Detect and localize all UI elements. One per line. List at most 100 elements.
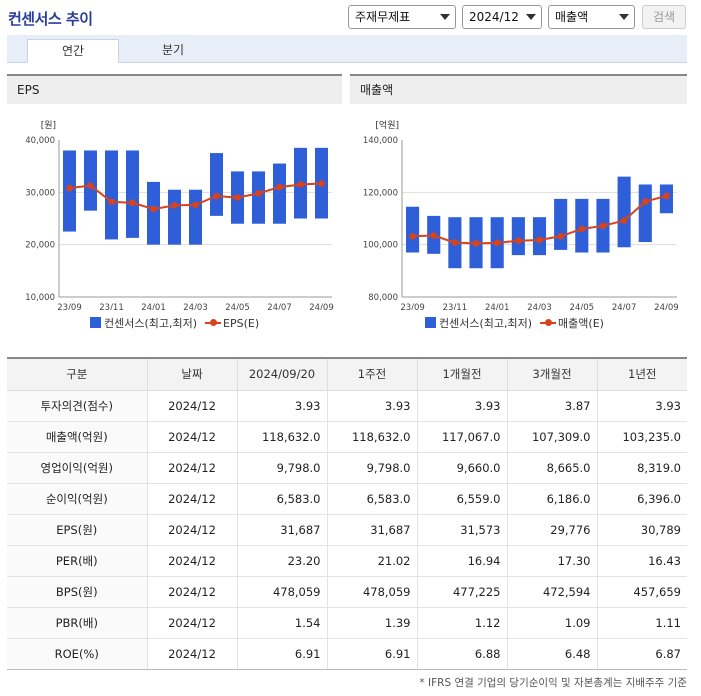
estimate-point (192, 201, 199, 209)
table-cell: 8,319.0 (596, 452, 687, 484)
row-date: 2024/12 (146, 576, 237, 608)
x-tick-label: 23/09 (57, 303, 82, 310)
estimate-point (150, 205, 157, 213)
consensus-range-bar (209, 153, 224, 216)
table-cell: 6,559.0 (416, 483, 507, 515)
chevron-down-icon (526, 14, 536, 20)
tab-quarterly[interactable]: 분기 (127, 39, 219, 63)
estimate-point (515, 237, 522, 245)
table-cell: 9,798.0 (326, 452, 417, 484)
sales-chart: [억원] 140,000 120,000 100,000 80,00023/09 23/1… (363, 119, 679, 310)
estimate-point (108, 198, 115, 206)
legend-line-swatch (205, 317, 222, 328)
x-tick-label: 24/05 (570, 303, 595, 310)
consensus-range-bar (188, 189, 203, 245)
col-header: 1주전 (326, 357, 417, 391)
estimate-point (87, 182, 94, 189)
row-date: 2024/12 (146, 421, 237, 453)
estimate-point (557, 232, 564, 240)
consensus-range-bar (83, 150, 98, 211)
estimate-point (451, 239, 459, 246)
table-row: 매출액(억원) 2024/12 118,632.0 118,632.0 117,067.… (7, 421, 687, 453)
sales-panel-title: 매출액 (350, 74, 687, 104)
search-button[interactable]: 검색 (642, 5, 686, 29)
consensus-range-bar (125, 150, 140, 238)
table-cell: 6,396.0 (596, 483, 687, 515)
table-cell: 478,059 (236, 576, 327, 608)
row-date: 2024/12 (146, 390, 237, 422)
legend-bar-swatch (425, 317, 436, 328)
estimate-point (493, 239, 501, 247)
table-cell: 6.48 (506, 638, 597, 670)
period-select[interactable]: 2024/12 (462, 5, 542, 29)
table-cell: 23.20 (236, 545, 327, 577)
table-cell: 1.09 (506, 607, 597, 639)
table-cell: 31,687 (326, 514, 417, 546)
col-header: 2024/09/20 (236, 357, 327, 391)
tab-annual[interactable]: 연간 (27, 39, 119, 63)
table-cell: 107,309.0 (506, 421, 597, 453)
table-row: PER(배) 2024/12 23.20 21.02 16.94 17.30 16.43 (7, 545, 687, 577)
estimate-point (663, 192, 670, 200)
estimate-point (171, 202, 178, 209)
row-label: BPS(원) (7, 576, 147, 608)
table-cell: 6.91 (236, 638, 327, 670)
estimate-point (430, 232, 438, 239)
estimate-point (297, 181, 304, 188)
x-tick-label: 24/07 (612, 303, 637, 310)
consensus-range-bar (146, 181, 161, 245)
legend-bar-swatch (90, 317, 101, 328)
y-tick-label: 100,000 (363, 241, 398, 251)
table-cell: 9,798.0 (236, 452, 327, 484)
x-tick-label: 24/05 (225, 303, 250, 310)
y-unit-label: [원] (41, 120, 56, 131)
table-cell: 1.39 (326, 607, 417, 639)
table-cell: 3.93 (596, 390, 687, 422)
x-tick-label: 24/03 (527, 303, 552, 310)
metric-select[interactable]: 매출액 (548, 5, 635, 29)
table-cell: 9,660.0 (416, 452, 507, 484)
table-cell: 3.93 (326, 390, 417, 422)
period-tab-bar: 연간 분기 (7, 35, 687, 63)
page-title: 컨센서스 추이 (8, 10, 93, 28)
y-tick-label: 10,000 (25, 293, 55, 303)
consensus-range-bar (554, 198, 568, 250)
table-cell: 457,659 (596, 576, 687, 608)
estimate-point (276, 183, 283, 191)
consensus-range-bar (617, 176, 631, 248)
table-cell: 6.87 (596, 638, 687, 670)
legend-line-label: EPS(E) (223, 317, 260, 330)
row-label: 순이익(억원) (7, 483, 147, 515)
table-cell: 29,776 (506, 514, 597, 546)
table-cell: 118,632.0 (236, 421, 327, 453)
eps-chart-legend: 컨센서스(최고,최저) EPS(E) (90, 315, 259, 331)
footnote: * IFRS 연결 기업의 당기순이익 및 자본총계는 지배주주 기준 (419, 677, 687, 689)
col-header: 1년전 (596, 357, 687, 391)
table-cell: 31,573 (416, 514, 507, 546)
x-tick-label: 24/07 (267, 303, 292, 310)
row-label: PBR(배) (7, 607, 147, 639)
y-tick-label: 80,000 (368, 293, 398, 303)
estimate-point (213, 192, 220, 200)
table-cell: 1.12 (416, 607, 507, 639)
x-tick-label: 24/01 (141, 303, 166, 310)
table-cell: 6.88 (416, 638, 507, 670)
x-tick-label: 24/09 (309, 303, 334, 310)
estimate-point (129, 199, 136, 207)
consensus-range-bar (104, 150, 119, 240)
table-row: 영업이익(억원) 2024/12 9,798.0 9,798.0 9,660.0 8,66… (7, 452, 687, 484)
estimate-point (641, 198, 649, 205)
legend-range-label: 컨센서스(최고,최저) (104, 317, 198, 330)
row-date: 2024/12 (146, 514, 237, 546)
report-type-select[interactable]: 주재무제표 (348, 5, 456, 29)
y-tick-label: 20,000 (25, 241, 55, 251)
chevron-down-icon (440, 14, 450, 20)
chevron-down-icon (619, 14, 629, 20)
col-header: 날짜 (146, 357, 237, 391)
row-date: 2024/12 (146, 483, 237, 515)
table-cell: 3.93 (416, 390, 507, 422)
table-cell: 472,594 (506, 576, 597, 608)
sales-chart-legend: 컨센서스(최고,최저) 매출액(E) (425, 315, 604, 331)
y-unit-label: [억원] (375, 119, 399, 131)
eps-panel-title: EPS (7, 74, 342, 104)
